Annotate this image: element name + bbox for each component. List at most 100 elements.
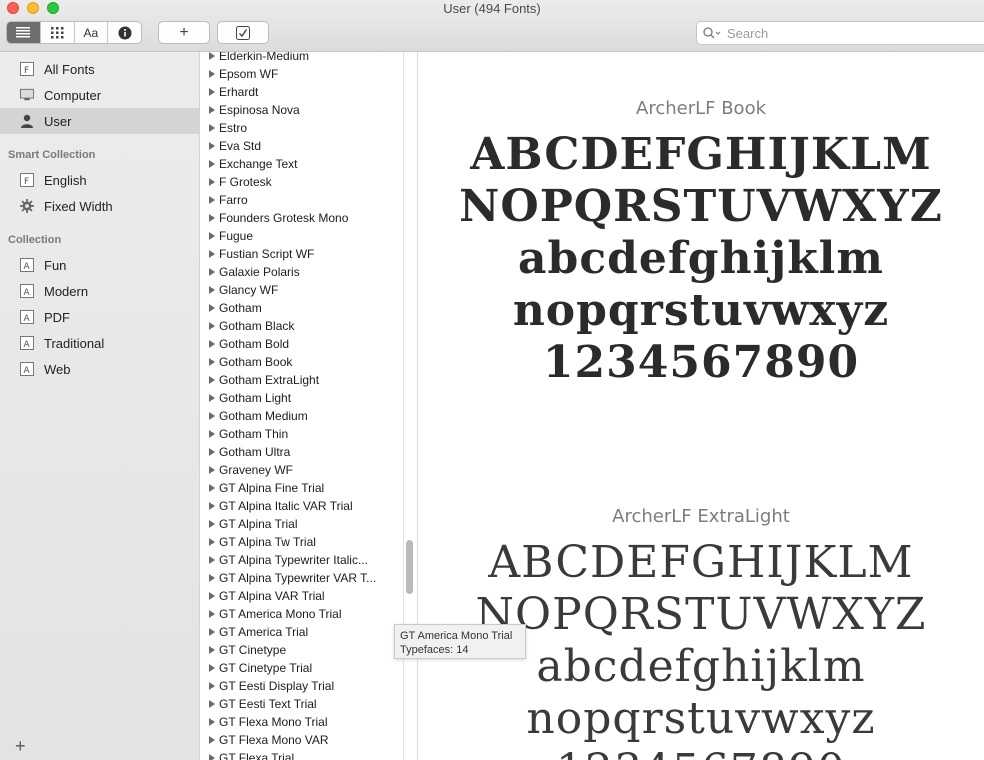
disclosure-triangle-icon[interactable]: [209, 682, 215, 690]
font-list-row[interactable]: Gotham Book: [200, 353, 400, 371]
search-input[interactable]: [725, 24, 984, 42]
disclosure-triangle-icon[interactable]: [209, 448, 215, 456]
disclosure-triangle-icon[interactable]: [209, 394, 215, 402]
add-fonts-button[interactable]: +: [158, 21, 210, 44]
font-list-row[interactable]: Farro: [200, 191, 400, 209]
info-view-button[interactable]: [108, 22, 141, 43]
sidebar-item-user[interactable]: User: [0, 108, 199, 134]
disclosure-triangle-icon[interactable]: [209, 718, 215, 726]
disclosure-triangle-icon[interactable]: [209, 52, 215, 60]
disclosure-triangle-icon[interactable]: [209, 250, 215, 258]
disclosure-triangle-icon[interactable]: [209, 754, 215, 760]
disclosure-triangle-icon[interactable]: [209, 520, 215, 528]
disclosure-triangle-icon[interactable]: [209, 160, 215, 168]
font-list-row[interactable]: Gotham Black: [200, 317, 400, 335]
disclosure-triangle-icon[interactable]: [209, 304, 215, 312]
font-list-row[interactable]: Galaxie Polaris: [200, 263, 400, 281]
font-list-row[interactable]: Founders Grotesk Mono: [200, 209, 400, 227]
disclosure-triangle-icon[interactable]: [209, 106, 215, 114]
font-list-row[interactable]: GT America Mono Trial: [200, 605, 400, 623]
disclosure-triangle-icon[interactable]: [209, 340, 215, 348]
sidebar-item-fixed-width[interactable]: Fixed Width: [0, 193, 199, 219]
disclosure-triangle-icon[interactable]: [209, 124, 215, 132]
list-view-button[interactable]: [7, 22, 41, 43]
disclosure-triangle-icon[interactable]: [209, 628, 215, 636]
disclosure-triangle-icon[interactable]: [209, 232, 215, 240]
font-list-row[interactable]: GT Alpina Trial: [200, 515, 400, 533]
disclosure-triangle-icon[interactable]: [209, 610, 215, 618]
sample-view-button[interactable]: Aa: [75, 22, 109, 43]
disclosure-triangle-icon[interactable]: [209, 736, 215, 744]
font-list-row[interactable]: GT Flexa Mono VAR: [200, 731, 400, 749]
font-list-row[interactable]: Eva Std: [200, 137, 400, 155]
disclosure-triangle-icon[interactable]: [209, 430, 215, 438]
font-list-row[interactable]: GT Alpina VAR Trial: [200, 587, 400, 605]
disclosure-triangle-icon[interactable]: [209, 286, 215, 294]
font-list-row[interactable]: Gotham Ultra: [200, 443, 400, 461]
font-list-row[interactable]: Gotham ExtraLight: [200, 371, 400, 389]
font-list-row[interactable]: Gotham Medium: [200, 407, 400, 425]
disclosure-triangle-icon[interactable]: [209, 214, 215, 222]
font-list-row[interactable]: GT Alpina Typewriter VAR T...: [200, 569, 400, 587]
sidebar-item-pdf[interactable]: A PDF: [0, 304, 199, 330]
disclosure-triangle-icon[interactable]: [209, 358, 215, 366]
font-list-row[interactable]: Exchange Text: [200, 155, 400, 173]
sidebar-item-traditional[interactable]: A Traditional: [0, 330, 199, 356]
disclosure-triangle-icon[interactable]: [209, 178, 215, 186]
sidebar-item-all-fonts[interactable]: F All Fonts: [0, 56, 199, 82]
sidebar-item-computer[interactable]: Computer: [0, 82, 199, 108]
sidebar-item-web[interactable]: A Web: [0, 356, 199, 382]
disclosure-triangle-icon[interactable]: [209, 538, 215, 546]
font-list-row[interactable]: Estro: [200, 119, 400, 137]
font-list-row[interactable]: Graveney WF: [200, 461, 400, 479]
disclosure-triangle-icon[interactable]: [209, 322, 215, 330]
font-list-row[interactable]: GT Cinetype Trial: [200, 659, 400, 677]
font-list-row[interactable]: GT Flexa Mono Trial: [200, 713, 400, 731]
disclosure-triangle-icon[interactable]: [209, 466, 215, 474]
disclosure-triangle-icon[interactable]: [209, 664, 215, 672]
font-list-row[interactable]: Erhardt: [200, 83, 400, 101]
disclosure-triangle-icon[interactable]: [209, 376, 215, 384]
font-list-row[interactable]: Gotham: [200, 299, 400, 317]
font-list-row[interactable]: Gotham Thin: [200, 425, 400, 443]
validate-fonts-button[interactable]: [217, 21, 269, 44]
font-list-scrollbar[interactable]: [406, 540, 413, 594]
sidebar-item-fun[interactable]: A Fun: [0, 252, 199, 278]
font-list-row[interactable]: GT Eesti Text Trial: [200, 695, 400, 713]
disclosure-triangle-icon[interactable]: [209, 70, 215, 78]
font-list-row[interactable]: GT Eesti Display Trial: [200, 677, 400, 695]
font-list-row[interactable]: GT Flexa Trial: [200, 749, 400, 760]
sidebar-item-english[interactable]: F English: [0, 167, 199, 193]
sidebar-item-modern[interactable]: A Modern: [0, 278, 199, 304]
disclosure-triangle-icon[interactable]: [209, 700, 215, 708]
add-collection-button[interactable]: +: [15, 736, 26, 757]
disclosure-triangle-icon[interactable]: [209, 646, 215, 654]
font-list-row[interactable]: Fugue: [200, 227, 400, 245]
font-list-row[interactable]: Glancy WF: [200, 281, 400, 299]
font-list-row[interactable]: Epsom WF: [200, 65, 400, 83]
font-list-row[interactable]: GT America Trial: [200, 623, 400, 641]
font-list-row[interactable]: Fustian Script WF: [200, 245, 400, 263]
disclosure-triangle-icon[interactable]: [209, 502, 215, 510]
disclosure-triangle-icon[interactable]: [209, 268, 215, 276]
font-list-row[interactable]: GT Alpina Italic VAR Trial: [200, 497, 400, 515]
disclosure-triangle-icon[interactable]: [209, 88, 215, 96]
font-list-row[interactable]: Gotham Light: [200, 389, 400, 407]
grid-view-button[interactable]: [41, 22, 75, 43]
disclosure-triangle-icon[interactable]: [209, 412, 215, 420]
font-list-row[interactable]: GT Alpina Typewriter Italic...: [200, 551, 400, 569]
disclosure-triangle-icon[interactable]: [209, 592, 215, 600]
font-list-row[interactable]: Elderkin-Medium: [200, 52, 400, 65]
disclosure-triangle-icon[interactable]: [209, 142, 215, 150]
font-list-row[interactable]: Gotham Bold: [200, 335, 400, 353]
font-list-row[interactable]: F Grotesk: [200, 173, 400, 191]
font-list-row[interactable]: GT Alpina Fine Trial: [200, 479, 400, 497]
disclosure-triangle-icon[interactable]: [209, 484, 215, 492]
disclosure-triangle-icon[interactable]: [209, 196, 215, 204]
disclosure-triangle-icon[interactable]: [209, 556, 215, 564]
font-list-row[interactable]: Espinosa Nova: [200, 101, 400, 119]
disclosure-triangle-icon[interactable]: [209, 574, 215, 582]
font-list-row[interactable]: GT Cinetype: [200, 641, 400, 659]
search-field[interactable]: [696, 21, 984, 45]
font-list-row[interactable]: GT Alpina Tw Trial: [200, 533, 400, 551]
